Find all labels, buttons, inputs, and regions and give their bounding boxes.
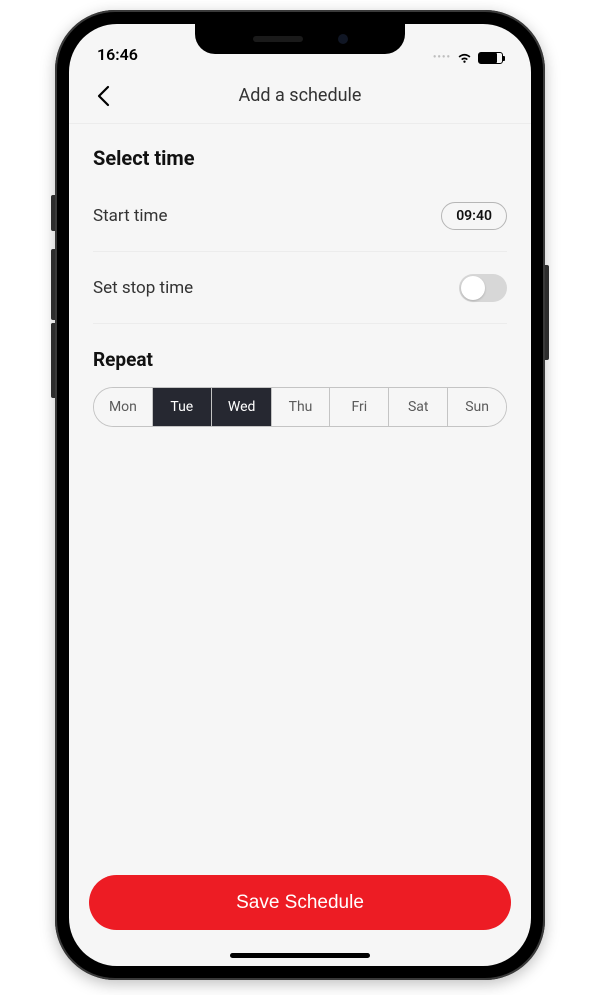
repeat-day-thu[interactable]: Thu [272,388,331,426]
stop-time-label: Set stop time [93,278,193,298]
repeat-day-mon[interactable]: Mon [94,388,153,426]
start-time-label: Start time [93,206,167,226]
battery-icon [478,52,503,64]
page-title: Add a schedule [239,85,362,106]
wifi-icon [456,51,473,64]
row-stop-time: Set stop time [93,252,507,324]
notch [195,24,405,54]
repeat-day-fri[interactable]: Fri [330,388,389,426]
repeat-day-tue[interactable]: Tue [153,388,212,426]
chevron-left-icon [96,85,110,107]
signal-dots-icon: •••• [433,52,451,63]
status-time: 16:46 [97,45,138,64]
stop-time-toggle[interactable] [459,274,507,302]
section-repeat: Repeat [93,348,507,371]
screen: 16:46 •••• Add a schedule Select time [69,24,531,966]
repeat-day-sun[interactable]: Sun [448,388,506,426]
back-button[interactable] [89,82,117,110]
repeat-day-sat[interactable]: Sat [389,388,448,426]
content: Select time Start time 09:40 Set stop ti… [69,124,531,875]
phone-frame: 16:46 •••• Add a schedule Select time [55,10,545,980]
row-start-time[interactable]: Start time 09:40 [93,180,507,252]
save-schedule-button[interactable]: Save Schedule [89,875,511,930]
section-select-time: Select time [93,146,507,170]
nav-bar: Add a schedule [69,68,531,124]
repeat-day-wed[interactable]: Wed [212,388,272,426]
home-indicator[interactable] [230,953,370,958]
start-time-value[interactable]: 09:40 [441,202,507,230]
toggle-knob [461,276,485,300]
repeat-segmented: MonTueWedThuFriSatSun [93,387,507,427]
